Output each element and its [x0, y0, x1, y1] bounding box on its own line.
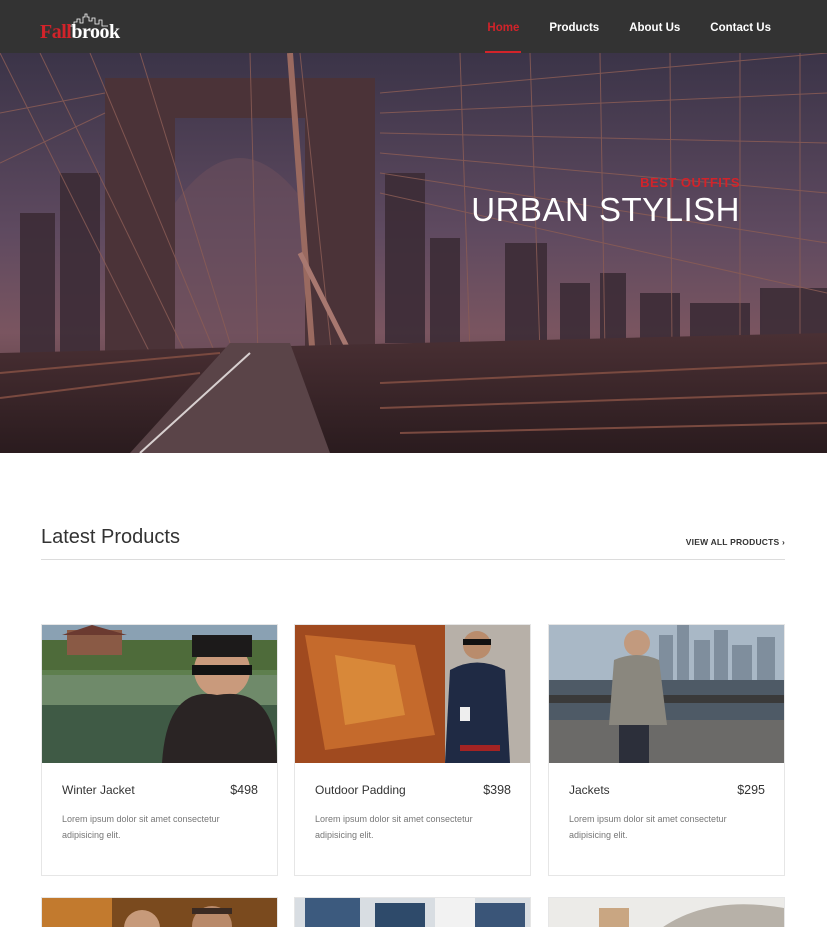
product-card-partial[interactable] [548, 897, 785, 927]
product-card-partial[interactable] [41, 897, 278, 927]
product-image [42, 625, 277, 763]
nav-about-us[interactable]: About Us [629, 0, 680, 53]
brand-wordmark-part1: Fall [40, 21, 72, 43]
product-image [295, 625, 530, 763]
nav-home[interactable]: Home [485, 0, 522, 53]
product-image [549, 898, 784, 927]
section-title: Latest Products [41, 526, 180, 548]
product-card-outdoor-padding[interactable]: Outdoor Padding $398 Lorem ipsum dolor s… [294, 624, 531, 876]
product-card-jackets[interactable]: Jackets $295 Lorem ipsum dolor sit amet … [548, 624, 785, 876]
hero-bridge-image [0, 53, 827, 453]
brand-wordmark-part2: brook [71, 21, 120, 43]
hero-subtitle: Best Outfits [640, 175, 740, 190]
hero-title: URBAN STYLISH [471, 191, 740, 228]
product-name: Outdoor Padding [315, 783, 406, 797]
section-divider [41, 559, 785, 560]
view-all-products-link[interactable]: View All Products › [686, 537, 785, 547]
product-card-partial[interactable] [294, 897, 531, 927]
main-nav: Home Products About Us Contact Us [457, 0, 771, 53]
brand-wordmark: Fallbrook [40, 21, 120, 44]
product-description: Lorem ipsum dolor sit amet consectetur a… [569, 814, 727, 840]
nav-contact-us[interactable]: Contact Us [710, 0, 771, 53]
product-image [295, 898, 530, 927]
brand-logo[interactable]: Fallbrook [40, 13, 120, 45]
hero-banner: Best Outfits URBAN STYLISH [0, 53, 827, 453]
product-price: $295 [737, 783, 765, 797]
product-price: $398 [483, 783, 511, 797]
product-image [549, 625, 784, 763]
product-name: Winter Jacket [62, 783, 135, 797]
product-card-winter-jacket[interactable]: Winter Jacket $498 Lorem ipsum dolor sit… [41, 624, 278, 876]
site-header: Fallbrook Home Products About Us Contact… [0, 0, 827, 53]
product-description: Lorem ipsum dolor sit amet consectetur a… [62, 814, 220, 840]
nav-products[interactable]: Products [549, 0, 599, 53]
product-price: $498 [230, 783, 258, 797]
product-name: Jackets [569, 783, 610, 797]
product-description: Lorem ipsum dolor sit amet consectetur a… [315, 814, 473, 840]
product-image [42, 898, 277, 927]
